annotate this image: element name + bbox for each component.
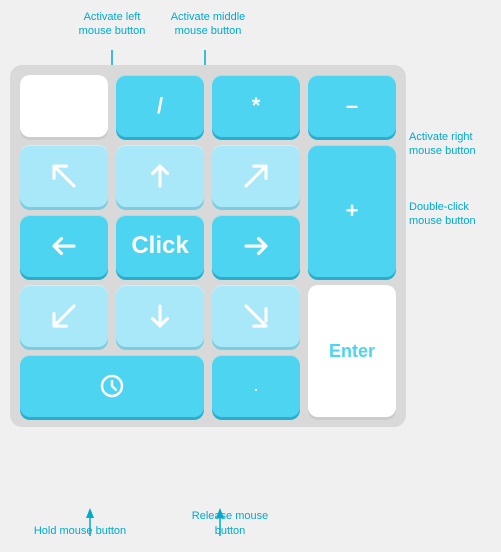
- key-asterisk[interactable]: *: [212, 75, 300, 137]
- key-minus[interactable]: –: [308, 75, 396, 137]
- key-5-click[interactable]: Click: [116, 215, 204, 277]
- arrow-sw-icon: [49, 301, 79, 331]
- key-8[interactable]: [116, 145, 204, 207]
- release-text: Release mouse button: [192, 510, 268, 536]
- key-dot[interactable]: .: [212, 355, 300, 417]
- activate-left-text: Activate left mouse button: [79, 11, 146, 37]
- key-7[interactable]: [20, 145, 108, 207]
- label-activate-middle: Activate middle mouse button: [168, 10, 248, 39]
- key-plus[interactable]: +: [308, 145, 396, 277]
- key-2[interactable]: [116, 285, 204, 347]
- key-slash[interactable]: /: [116, 75, 204, 137]
- hold-text: Hold mouse button: [34, 525, 126, 537]
- label-activate-right: Activate right mouse button: [409, 130, 499, 159]
- activate-middle-text: Activate middle mouse button: [171, 11, 246, 37]
- key-4[interactable]: [20, 215, 108, 277]
- key-slash-label: /: [157, 93, 163, 119]
- arrow-insert-icon: [97, 371, 127, 401]
- key-click-label: Click: [131, 232, 188, 260]
- key-enter[interactable]: Enter: [308, 285, 396, 417]
- activate-right-text: Activate right mouse button: [409, 131, 476, 157]
- key-plus-label: +: [346, 198, 359, 224]
- arrow-left-icon: [49, 231, 79, 261]
- label-release: Release mouse button: [175, 509, 285, 538]
- numpad-grid: / * – +: [20, 75, 396, 417]
- key-enter-label: Enter: [329, 341, 375, 362]
- double-click-text: Double-click mouse button: [409, 201, 476, 227]
- arrow-nw-icon: [49, 161, 79, 191]
- arrow-down-icon: [145, 301, 175, 331]
- label-hold: Hold mouse button: [30, 524, 130, 538]
- label-activate-left: Activate left mouse button: [72, 10, 152, 39]
- numpad-area: / * – +: [10, 65, 406, 427]
- arrow-se-icon: [241, 301, 271, 331]
- key-9[interactable]: [212, 145, 300, 207]
- key-empty[interactable]: [20, 75, 108, 137]
- label-double-click: Double-click mouse button: [409, 200, 499, 229]
- arrow-up-icon: [145, 161, 175, 191]
- key-0[interactable]: [20, 355, 204, 417]
- arrow-right-icon: [241, 231, 271, 261]
- arrow-ne-icon: [241, 161, 271, 191]
- key-3[interactable]: [212, 285, 300, 347]
- key-asterisk-label: *: [252, 93, 261, 119]
- key-1[interactable]: [20, 285, 108, 347]
- key-6[interactable]: [212, 215, 300, 277]
- key-dot-label: .: [254, 378, 258, 394]
- main-container: Activate left mouse button Activate midd…: [0, 0, 501, 552]
- key-minus-label: –: [346, 93, 358, 119]
